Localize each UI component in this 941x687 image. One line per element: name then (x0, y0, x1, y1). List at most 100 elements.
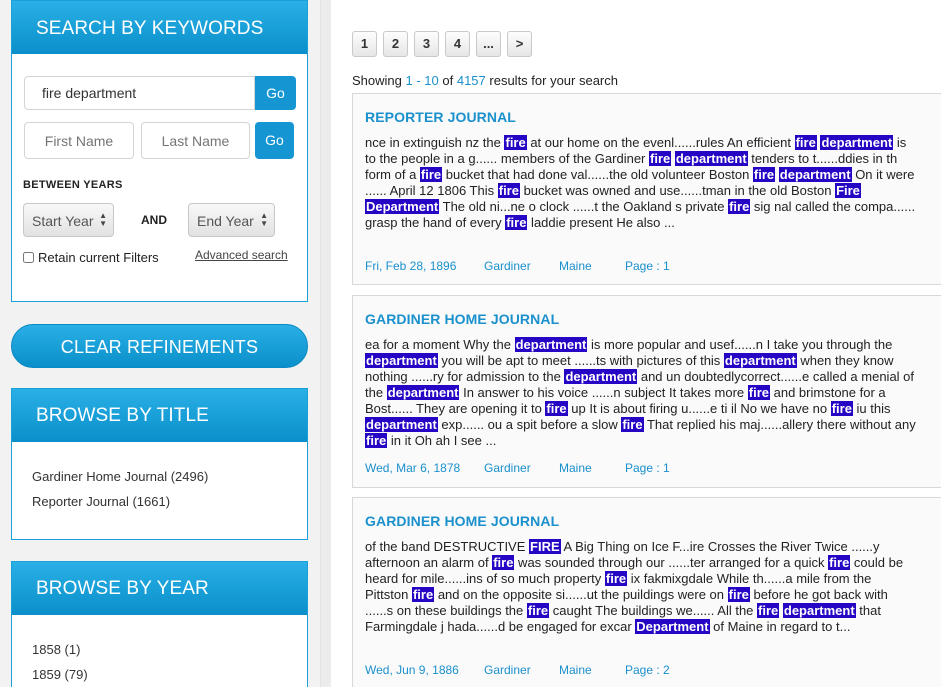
results-count: Showing 1 - 10 of 4157 results for your … (352, 73, 618, 88)
search-term-highlight: department (820, 135, 894, 150)
search-term-highlight: fire (492, 555, 515, 570)
pagination: 1 2 3 4 ... > (352, 31, 532, 57)
result-snippet: of the band DESTRUCTIVE FIRE A Big Thing… (365, 539, 904, 634)
search-term-highlight: department (564, 369, 638, 384)
keyword-search-input[interactable] (24, 76, 255, 110)
end-year-select[interactable]: End Year ▲ ▼ (188, 203, 275, 237)
start-year-label: Start Year (32, 213, 94, 229)
year-item-1858[interactable]: 1858 (1) (32, 637, 307, 662)
retain-filters-label: Retain current Filters (38, 250, 159, 265)
next-page-button[interactable]: > (507, 31, 532, 57)
result-title[interactable]: GARDINER HOME JOURNAL (365, 513, 559, 529)
result-state[interactable]: Maine (559, 461, 592, 475)
page-button-3[interactable]: 3 (414, 31, 439, 57)
search-term-highlight: fire (727, 587, 750, 602)
search-term-highlight: fire (419, 167, 443, 182)
search-term-highlight: department (778, 167, 852, 182)
page-button-4[interactable]: 4 (445, 31, 470, 57)
search-term-highlight: fire (504, 135, 527, 150)
result-date[interactable]: Wed, Jun 9, 1886 (365, 663, 459, 677)
result-page[interactable]: Page : 2 (625, 663, 670, 677)
browse-by-title-heading: BROWSE BY TITLE (12, 389, 307, 442)
and-label: AND (141, 213, 167, 227)
search-term-highlight: fire (649, 151, 672, 166)
showing-range: 1 - 10 (405, 73, 439, 88)
result-city[interactable]: Gardiner (484, 663, 531, 677)
title-item-gardiner-home-journal[interactable]: Gardiner Home Journal (2496) (32, 464, 307, 489)
search-term-highlight: department (782, 603, 856, 618)
search-term-highlight: FIRE (529, 539, 561, 554)
search-term-highlight: fire (365, 433, 388, 448)
search-term-highlight: fire (728, 199, 751, 214)
result-state[interactable]: Maine (559, 259, 592, 273)
showing-of: of (442, 73, 454, 88)
retain-filters[interactable]: Retain current Filters (23, 250, 159, 265)
search-term-highlight: Department (365, 199, 440, 214)
search-panel: SEARCH BY KEYWORDS Go Go BETWEEN YEARS S… (11, 0, 308, 302)
search-term-highlight: department (386, 385, 460, 400)
clear-refinements-button[interactable]: CLEAR REFINEMENTS (11, 324, 308, 368)
result-city[interactable]: Gardiner (484, 259, 531, 273)
result-title[interactable]: REPORTER JOURNAL (365, 109, 516, 125)
search-term-highlight: department (514, 337, 588, 352)
year-item-1859[interactable]: 1859 (79) (32, 662, 307, 687)
result-city[interactable]: Gardiner (484, 461, 531, 475)
result-date[interactable]: Fri, Feb 28, 1896 (365, 259, 456, 273)
result-snippet: nce in extinguish nz the fire at our hom… (365, 135, 916, 230)
page-button-2[interactable]: 2 (383, 31, 408, 57)
name-go-button[interactable]: Go (255, 122, 294, 159)
page-button-1[interactable]: 1 (352, 31, 377, 57)
keyword-go-button[interactable]: Go (255, 76, 296, 110)
search-panel-title: SEARCH BY KEYWORDS (12, 1, 307, 54)
title-list: Gardiner Home Journal (2496) Reporter Jo… (12, 442, 307, 514)
browse-by-year-panel: BROWSE BY YEAR 1858 (1) 1859 (79) (11, 561, 308, 687)
search-term-highlight: department (723, 353, 797, 368)
browse-by-year-heading: BROWSE BY YEAR (12, 562, 307, 615)
showing-total: 4157 (456, 73, 486, 88)
result-snippet: ea for a moment Why the department is mo… (365, 337, 916, 448)
search-term-highlight: Fire (835, 183, 861, 198)
search-term-highlight: fire (752, 167, 776, 182)
result-card: GARDINER HOME JOURNAL of the band DESTRU… (352, 497, 941, 687)
result-title[interactable]: GARDINER HOME JOURNAL (365, 311, 559, 327)
search-term-highlight: fire (505, 215, 528, 230)
column-divider (320, 0, 331, 687)
search-term-highlight: fire (747, 385, 771, 400)
search-term-highlight: department (365, 417, 438, 432)
browse-by-title-panel: BROWSE BY TITLE Gardiner Home Journal (2… (11, 388, 308, 540)
result-card: GARDINER HOME JOURNAL ea for a moment Wh… (352, 295, 941, 488)
showing-suffix: results for your search (489, 73, 618, 88)
search-term-highlight: fire (621, 417, 644, 432)
search-term-highlight: fire (828, 555, 851, 570)
between-years-label: BETWEEN YEARS (23, 179, 123, 191)
title-item-reporter-journal[interactable]: Reporter Journal (1661) (32, 489, 307, 514)
result-date[interactable]: Wed, Mar 6, 1878 (365, 461, 460, 475)
search-term-highlight: fire (545, 401, 568, 416)
result-page[interactable]: Page : 1 (625, 259, 670, 273)
search-term-highlight: fire (526, 603, 550, 618)
retain-filters-checkbox[interactable] (23, 252, 34, 263)
first-name-input[interactable] (24, 122, 134, 159)
result-state[interactable]: Maine (559, 663, 592, 677)
search-term-highlight: fire (604, 571, 628, 586)
advanced-search-link[interactable]: Advanced search (195, 248, 288, 262)
end-year-label: End Year (197, 213, 254, 229)
start-year-select[interactable]: Start Year ▲ ▼ (23, 203, 114, 237)
search-term-highlight: department (365, 353, 438, 368)
page-button-ellipsis[interactable]: ... (476, 31, 501, 57)
result-page[interactable]: Page : 1 (625, 461, 670, 475)
last-name-input[interactable] (141, 122, 250, 159)
year-list: 1858 (1) 1859 (79) (12, 615, 307, 687)
select-arrows-icon: ▲ ▼ (99, 211, 107, 228)
search-term-highlight: fire (497, 183, 520, 198)
result-card: REPORTER JOURNAL nce in extinguish nz th… (352, 93, 941, 285)
search-term-highlight: fire (411, 587, 435, 602)
search-term-highlight: fire (757, 603, 780, 618)
search-term-highlight: fire (830, 401, 853, 416)
select-arrows-icon: ▲ ▼ (260, 211, 268, 228)
search-term-highlight: department (674, 151, 748, 166)
search-term-highlight: Department (635, 619, 710, 634)
sidebar: SEARCH BY KEYWORDS Go Go BETWEEN YEARS S… (0, 0, 320, 687)
results-area: 1 2 3 4 ... > Showing 1 - 10 of 4157 res… (331, 0, 941, 687)
showing-prefix: Showing (352, 73, 402, 88)
